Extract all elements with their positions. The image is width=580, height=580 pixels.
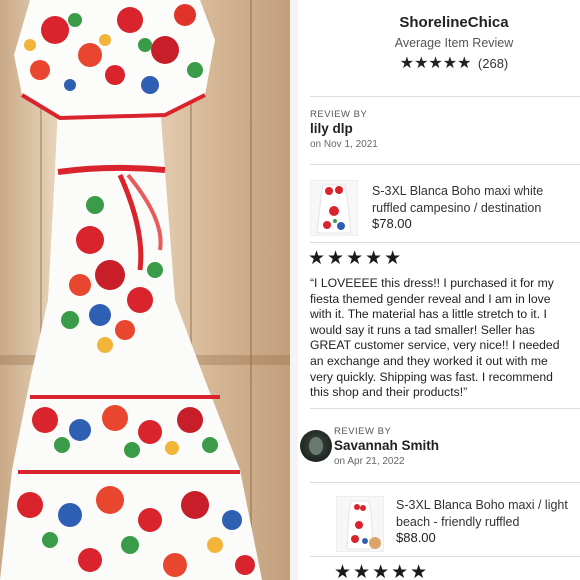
divider — [310, 242, 580, 243]
review-stars: ★★★★★ — [308, 248, 404, 269]
shop-header: ShorelineChica Average Item Review ★★★★★… — [298, 14, 580, 73]
item-thumbnail[interactable] — [310, 180, 358, 236]
shop-rating-stars: ★★★★★ — [399, 55, 472, 72]
review-text: “I LOVEEEE this dress!! I purchased it f… — [310, 276, 580, 401]
review-text-line: this shop and their products!” — [310, 385, 468, 400]
item-price: $88.00 — [396, 530, 436, 545]
divider — [310, 556, 580, 557]
divider — [310, 96, 580, 97]
product-photo — [0, 0, 290, 580]
panel-divider — [290, 0, 298, 580]
review-text-line: would say it runs a tad smaller! Seller … — [310, 322, 535, 337]
reviewer-name[interactable]: Savannah Smith — [334, 438, 439, 453]
item-title-line-1[interactable]: S-3XL Blanca Boho maxi / light — [396, 497, 568, 514]
item-title-line-1[interactable]: S-3XL Blanca Boho maxi white — [372, 183, 543, 200]
dress-illustration — [0, 0, 262, 580]
review-stars: ★★★★★ — [334, 562, 430, 580]
review-text-line: an exchange and they worked it out with … — [310, 353, 548, 368]
divider — [310, 482, 580, 483]
item-title-line-2[interactable]: ruffled campesino / destination — [372, 200, 541, 217]
review-text-line: fiesta themed gender reveal and I am in … — [310, 291, 551, 306]
review-text-line: “I LOVEEEE this dress!! I purchased it f… — [310, 276, 554, 290]
review-by-label: REVIEW BY — [334, 426, 392, 437]
review-text-line: very quickly. Shipping was fast. I recom… — [310, 369, 553, 384]
reviewer-name[interactable]: lily dlp — [310, 121, 353, 136]
item-thumbnail[interactable] — [336, 496, 384, 552]
review-count[interactable]: (268) — [478, 56, 508, 71]
review-text-line: with it. The material has a little stret… — [310, 307, 547, 322]
review-date: on Apr 21, 2022 — [334, 456, 405, 467]
shop-rating: ★★★★★ (268) — [328, 53, 580, 73]
review-by-label: REVIEW BY — [310, 109, 368, 120]
review-text-line: GREAT customer service, very nice!! I ne… — [310, 338, 560, 353]
shop-name[interactable]: ShorelineChica — [328, 14, 580, 31]
divider — [310, 408, 580, 409]
divider — [310, 164, 580, 165]
average-review-label: Average Item Review — [394, 36, 514, 50]
item-price: $78.00 — [372, 216, 412, 231]
review-panel: ShorelineChica Average Item Review ★★★★★… — [298, 0, 580, 580]
reviewer-avatar[interactable] — [300, 430, 332, 462]
item-title-line-2[interactable]: beach - friendly ruffled — [396, 514, 519, 531]
review-date: on Nov 1, 2021 — [310, 139, 378, 150]
